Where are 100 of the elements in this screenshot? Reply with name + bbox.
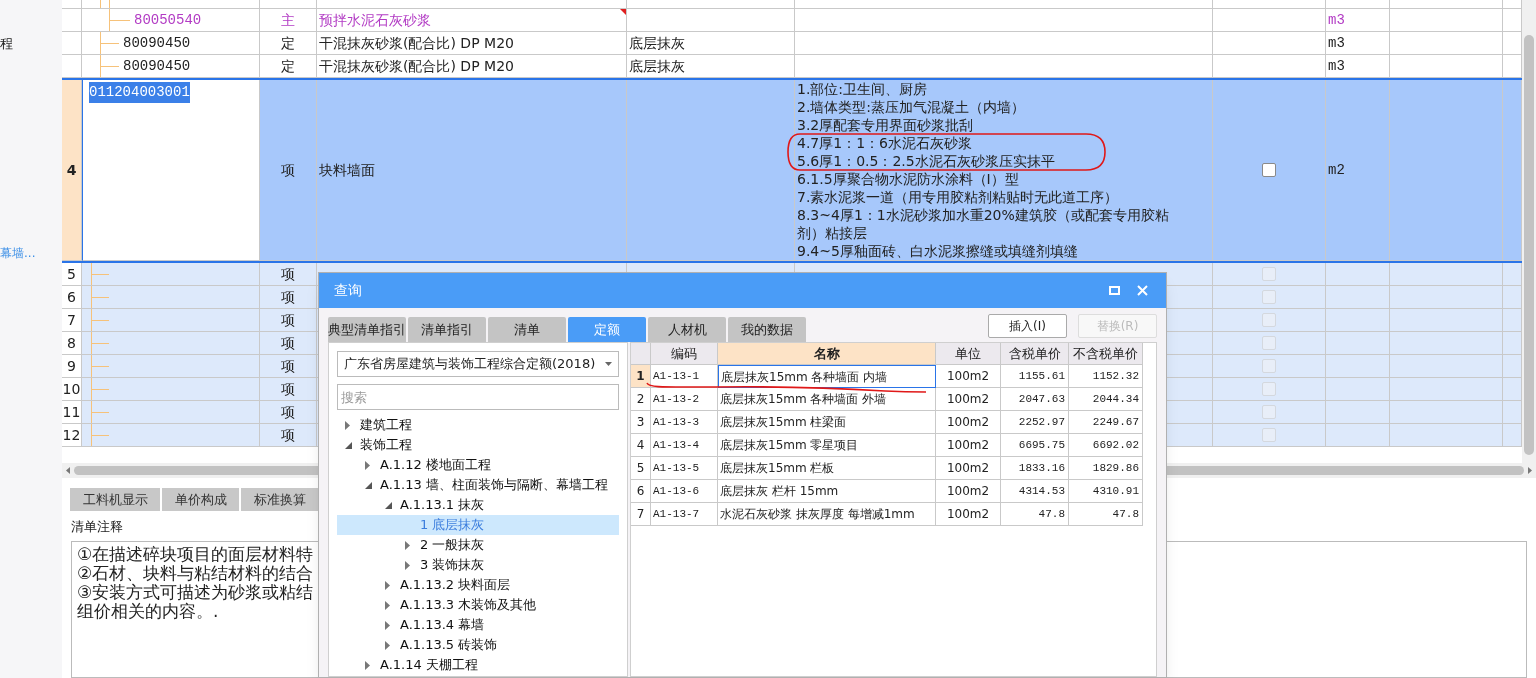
code-cell: A1-13-4: [651, 434, 718, 457]
tree-item[interactable]: A.1.12 楼地面工程: [337, 455, 619, 475]
dialog-tab[interactable]: 清单: [488, 317, 566, 342]
name-cell: 底层抹灰15mm 零星项目: [718, 434, 936, 457]
close-icon[interactable]: [1137, 285, 1148, 296]
scroll-right-icon[interactable]: [1528, 467, 1532, 474]
dialog-button[interactable]: 插入(I): [988, 314, 1067, 338]
tree-item[interactable]: 建筑工程: [337, 415, 619, 435]
selected-row[interactable]: [62, 78, 1522, 263]
tree-item[interactable]: A.1.13.4 幕墙: [337, 615, 619, 635]
row-number[interactable]: 5: [631, 457, 651, 480]
type-cell: 项: [260, 286, 317, 309]
collapse-triangle-icon[interactable]: [385, 501, 392, 509]
tree-item-label: 1 底层抹灰: [420, 516, 485, 535]
tree-line: [91, 378, 109, 400]
tree-line: [91, 286, 109, 308]
expand-triangle-icon[interactable]: [385, 640, 390, 650]
unit-cell: m3: [1326, 9, 1390, 32]
row-number: 7: [62, 309, 82, 332]
name-text: 预拌水泥石灰砂浆: [319, 10, 431, 30]
code-cell: A1-13-3: [651, 411, 718, 434]
note-line: ②石材、块料与粘结材料的结合: [77, 563, 314, 583]
panel-tab[interactable]: 工料机显示: [70, 488, 160, 511]
unit-cell: 100m2: [936, 365, 1001, 388]
expand-triangle-icon[interactable]: [365, 460, 370, 470]
feature-cell: 底层抹灰: [627, 32, 795, 55]
sidebar-item[interactable]: 程: [0, 34, 13, 54]
dialog-title: 查询: [334, 281, 363, 300]
panel-tab[interactable]: 标准换算: [241, 488, 318, 511]
collapse-triangle-icon[interactable]: [345, 441, 352, 449]
row-number[interactable]: 4: [631, 434, 651, 457]
description-line: 2.墙体类型:蒸压加气混凝土（内墙）: [797, 100, 1026, 114]
row-number[interactable]: 7: [631, 503, 651, 526]
column-header[interactable]: 含税单价: [1001, 343, 1069, 365]
collapse-triangle-icon[interactable]: [365, 481, 372, 489]
expand-triangle-icon[interactable]: [345, 420, 350, 430]
expand-triangle-icon[interactable]: [385, 580, 390, 590]
code-cell: A1-13-7: [651, 503, 718, 526]
panel-tab[interactable]: 单价构成: [162, 488, 239, 511]
name-cell: 底层抹灰15mm 各种墙面 外墙: [718, 388, 936, 411]
description-line: 1.部位:卫生间、厨房: [797, 82, 928, 96]
note-line: ①在描述碎块项目的面层材料特: [77, 544, 314, 564]
tree-line: [100, 32, 119, 54]
search-field[interactable]: 搜索: [337, 384, 619, 410]
library-dropdown[interactable]: 广东省房屋建筑与装饰工程综合定额(2018): [337, 351, 619, 377]
expand-triangle-icon[interactable]: [365, 660, 370, 670]
price-cell: 2047.63: [1001, 388, 1069, 411]
tree-item[interactable]: A.1.13.5 砖装饰: [337, 635, 619, 655]
expand-triangle-icon[interactable]: [405, 560, 410, 570]
tree-item[interactable]: A.1.13.1 抹灰: [337, 495, 619, 515]
column-header[interactable]: 编码: [651, 343, 718, 365]
tree-item-label: 3 装饰抹灰: [420, 556, 485, 575]
tree-item[interactable]: 装饰工程: [337, 435, 619, 455]
type-cell: 主: [260, 9, 317, 32]
expand-triangle-icon[interactable]: [405, 540, 410, 550]
row-number[interactable]: 2: [631, 388, 651, 411]
expand-triangle-icon[interactable]: [385, 620, 390, 630]
dialog-tab[interactable]: 清单指引: [408, 317, 486, 342]
name-cell: 底层抹灰15mm 栏板: [718, 457, 936, 480]
tree-item[interactable]: A.1.14 天棚工程: [337, 655, 619, 675]
row-number[interactable]: 1: [631, 365, 651, 388]
price-cell: 47.8: [1069, 503, 1143, 526]
price-cell: 2252.97: [1001, 411, 1069, 434]
type-cell: 项: [260, 378, 317, 401]
column-header[interactable]: 名称: [718, 343, 936, 365]
tree-item[interactable]: 2 一般抹灰: [337, 535, 619, 555]
expand-triangle-icon[interactable]: [385, 600, 390, 610]
tree-item-label: A.1.13.5 砖装饰: [400, 636, 498, 655]
price-cell: 6692.02: [1069, 434, 1143, 457]
column-header[interactable]: 不含税单价: [1069, 343, 1143, 365]
description-line: 3.2厚配套专用界面砂浆批刮: [797, 118, 974, 132]
tree-item-label: A.1.12 楼地面工程: [380, 456, 491, 475]
description-line: 8.3~4厚1：1水泥砂浆加水重20%建筑胶（或配套专用胶粘: [797, 208, 1169, 222]
tree-item-label: A.1.14 天棚工程: [380, 656, 478, 675]
unit-cell: 100m2: [936, 457, 1001, 480]
dialog-tab[interactable]: 典型清单指引: [328, 317, 406, 342]
vertical-scrollbar[interactable]: [1522, 0, 1536, 463]
price-cell: 1155.61: [1001, 365, 1069, 388]
maximize-icon[interactable]: [1109, 286, 1120, 295]
tree-line: [91, 263, 109, 285]
row-number[interactable]: 6: [631, 480, 651, 503]
tree-item[interactable]: 3 装饰抹灰: [337, 555, 619, 575]
price-cell: 1152.32: [1069, 365, 1143, 388]
type-cell: 定: [260, 32, 317, 55]
dialog-tab[interactable]: 我的数据: [728, 317, 806, 342]
scroll-left-icon[interactable]: [66, 467, 70, 474]
name-cell: 底层抹灰15mm 柱梁面: [718, 411, 936, 434]
column-header[interactable]: 单位: [936, 343, 1001, 365]
tree-item[interactable]: A.1.13.2 块料面层: [337, 575, 619, 595]
price-cell: 1829.86: [1069, 457, 1143, 480]
description-line: 7.素水泥浆一道（用专用胶粘剂粘贴时无此道工序）: [797, 190, 1119, 204]
row-number[interactable]: 3: [631, 411, 651, 434]
checkbox[interactable]: [1262, 163, 1276, 177]
dialog-tab[interactable]: 人材机: [648, 317, 726, 342]
price-cell: 1833.16: [1001, 457, 1069, 480]
unit-cell: 100m2: [936, 434, 1001, 457]
tree-item[interactable]: A.1.13 墙、柱面装饰与隔断、幕墙工程: [337, 475, 619, 495]
code-text: 011204003001: [89, 82, 190, 103]
note-line: 组价相关的内容。.: [77, 601, 219, 621]
tree-item[interactable]: A.1.13.3 木装饰及其他: [337, 595, 619, 615]
